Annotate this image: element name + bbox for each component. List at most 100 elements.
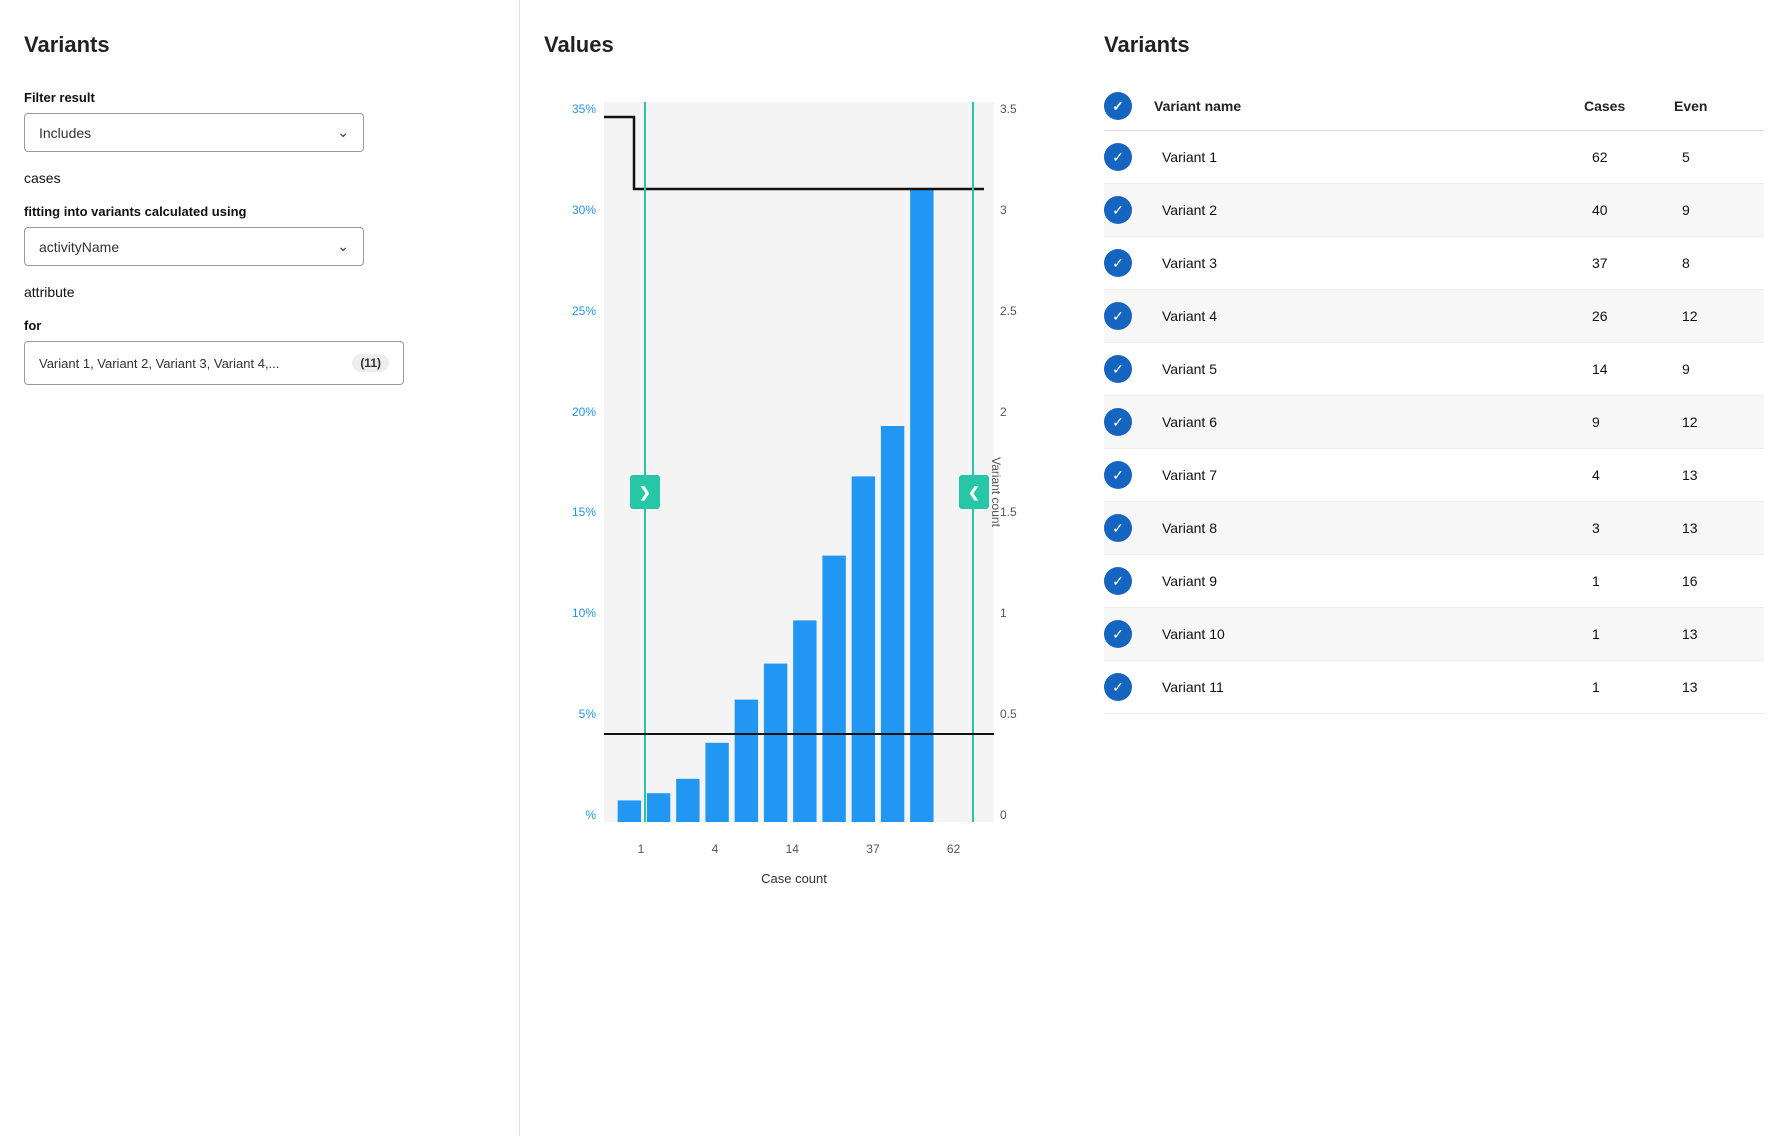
row-check-9[interactable]: ✓: [1104, 567, 1132, 595]
y-axis-right: 3.5 3 2.5 2 1.5 1 0.5 0: [996, 102, 1044, 822]
row-check-7[interactable]: ✓: [1104, 461, 1132, 489]
col-header-cases: Cases: [1584, 98, 1674, 114]
variant-count-badge: (11): [352, 354, 389, 372]
y-right-label-3: 3: [1000, 203, 1007, 217]
right-panel-title: Variants: [1104, 32, 1764, 58]
y-right-label-0: 0: [1000, 808, 1007, 822]
filter-result-select[interactable]: Includes ⌄: [24, 113, 364, 152]
header-check-cell: ✓: [1104, 92, 1154, 120]
x-axis-labels: 1 4 14 37 62: [604, 842, 994, 856]
table-row: ✓ Variant 4 26 12: [1104, 290, 1764, 343]
variant-events-11: 13: [1674, 679, 1764, 695]
row-check-3[interactable]: ✓: [1104, 249, 1132, 277]
variant-cases-5: 14: [1584, 361, 1674, 377]
table-row: ✓ Variant 9 1 16: [1104, 555, 1764, 608]
table-row: ✓ Variant 8 3 13: [1104, 502, 1764, 555]
row-check-6[interactable]: ✓: [1104, 408, 1132, 436]
y-right-label-1: 1: [1000, 606, 1007, 620]
left-panel: Variants Filter result Includes ⌄ cases …: [0, 0, 520, 1136]
header-check-icon[interactable]: ✓: [1104, 92, 1132, 120]
row-check-2[interactable]: ✓: [1104, 196, 1132, 224]
variant-cases-8: 3: [1584, 520, 1674, 536]
row-check-1[interactable]: ✓: [1104, 143, 1132, 171]
y-left-label-15: 15%: [572, 505, 596, 519]
variant-cases-7: 4: [1584, 467, 1674, 483]
filter-result-label: Filter result: [24, 90, 487, 105]
row-check-10[interactable]: ✓: [1104, 620, 1132, 648]
variant-cases-1: 62: [1584, 149, 1674, 165]
threshold-line: [604, 733, 994, 735]
right-panel: Variants ✓ Variant name Cases Even ✓ Var…: [1080, 0, 1788, 1136]
variant-name-6: Variant 6: [1154, 414, 1584, 430]
variant-events-4: 12: [1674, 308, 1764, 324]
x-label-62: 62: [947, 842, 960, 856]
for-value: Variant 1, Variant 2, Variant 3, Variant…: [39, 356, 346, 371]
variant-cases-10: 1: [1584, 626, 1674, 642]
left-arrow-button[interactable]: ❯: [630, 475, 660, 509]
attribute-select[interactable]: activityName ⌄: [24, 227, 364, 266]
variant-name-11: Variant 11: [1154, 679, 1584, 695]
attribute-value: activityName: [39, 239, 119, 255]
variant-cases-11: 1: [1584, 679, 1674, 695]
variant-events-10: 13: [1674, 626, 1764, 642]
fitting-label: fitting into variants calculated using: [24, 204, 487, 219]
variant-events-7: 13: [1674, 467, 1764, 483]
variant-cases-4: 26: [1584, 308, 1674, 324]
variant-events-6: 12: [1674, 414, 1764, 430]
chart-container: 35% 30% 25% 20% 15% 10% 5% % Relative to…: [544, 82, 1044, 902]
y-left-label-20: 20%: [572, 405, 596, 419]
x-label-1: 1: [638, 842, 645, 856]
right-arrow-button[interactable]: ❮: [959, 475, 989, 509]
row-check-8[interactable]: ✓: [1104, 514, 1132, 542]
left-panel-title: Variants: [24, 32, 487, 58]
variant-events-9: 16: [1674, 573, 1764, 589]
variants-table: ✓ Variant 1 62 5 ✓ Variant 2 40 9 ✓ Vari…: [1104, 131, 1764, 714]
variant-events-2: 9: [1674, 202, 1764, 218]
for-label: for: [24, 318, 487, 333]
table-row: ✓ Variant 1 62 5: [1104, 131, 1764, 184]
variant-events-5: 9: [1674, 361, 1764, 377]
variant-name-8: Variant 8: [1154, 520, 1584, 536]
attribute-label: attribute: [24, 284, 487, 300]
table-row: ✓ Variant 2 40 9: [1104, 184, 1764, 237]
table-row: ✓ Variant 10 1 13: [1104, 608, 1764, 661]
variant-name-2: Variant 2: [1154, 202, 1584, 218]
col-header-events: Even: [1674, 98, 1764, 114]
y-right-label-25: 2.5: [1000, 304, 1017, 318]
x-axis-title: Case count: [761, 871, 827, 886]
variant-name-1: Variant 1: [1154, 149, 1584, 165]
variant-cases-6: 9: [1584, 414, 1674, 430]
row-check-4[interactable]: ✓: [1104, 302, 1132, 330]
col-header-name: Variant name: [1154, 98, 1584, 114]
chart-area: [604, 102, 994, 822]
middle-panel-title: Values: [544, 32, 1056, 58]
table-row: ✓ Variant 7 4 13: [1104, 449, 1764, 502]
row-check-11[interactable]: ✓: [1104, 673, 1132, 701]
cases-label: cases: [24, 170, 487, 186]
row-check-5[interactable]: ✓: [1104, 355, 1132, 383]
table-row: ✓ Variant 6 9 12: [1104, 396, 1764, 449]
variant-name-10: Variant 10: [1154, 626, 1584, 642]
table-row: ✓ Variant 11 1 13: [1104, 661, 1764, 714]
variant-events-1: 5: [1674, 149, 1764, 165]
variant-events-3: 8: [1674, 255, 1764, 271]
x-label-4: 4: [712, 842, 719, 856]
bar-chart-svg: [604, 102, 994, 822]
x-label-37: 37: [866, 842, 879, 856]
x-label-14: 14: [786, 842, 799, 856]
chevron-down-icon: ⌄: [337, 124, 349, 141]
y-left-label-5: 5%: [579, 707, 596, 721]
middle-panel: Values 35% 30% 25% 20% 15% 10% 5% % Rela…: [520, 0, 1080, 1136]
table-row: ✓ Variant 5 14 9: [1104, 343, 1764, 396]
variant-tags-box[interactable]: Variant 1, Variant 2, Variant 3, Variant…: [24, 341, 404, 385]
y-right-label-35: 3.5: [1000, 102, 1017, 116]
variant-cases-2: 40: [1584, 202, 1674, 218]
variant-name-7: Variant 7: [1154, 467, 1584, 483]
filter-result-value: Includes: [39, 125, 91, 141]
y-axis-left: 35% 30% 25% 20% 15% 10% 5% %: [544, 102, 602, 822]
y-left-label-25: 25%: [572, 304, 596, 318]
chevron-down-icon-2: ⌄: [337, 238, 349, 255]
table-header: ✓ Variant name Cases Even: [1104, 82, 1764, 131]
y-right-label-05: 0.5: [1000, 707, 1017, 721]
variant-cases-3: 37: [1584, 255, 1674, 271]
